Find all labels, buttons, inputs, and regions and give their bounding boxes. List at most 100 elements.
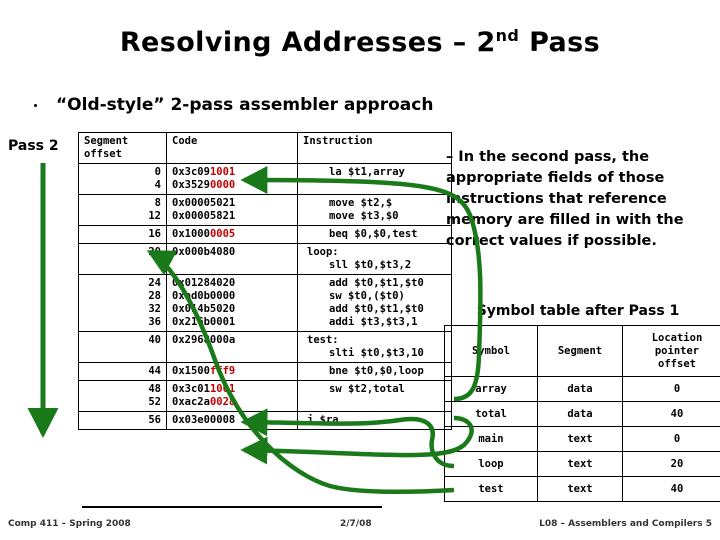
code-offset-cell: 24 28 32 36 bbox=[78, 274, 167, 332]
offset-value: 36 bbox=[148, 316, 161, 328]
offset-value: 48 bbox=[148, 383, 161, 395]
instruction-line: move $t3,$0 bbox=[329, 210, 399, 222]
offset-value: 28 bbox=[148, 290, 161, 302]
code-table-header-offset: Segment offset bbox=[78, 132, 167, 164]
symbol-segment: data bbox=[537, 376, 623, 402]
instruction-line: loop: bbox=[307, 246, 339, 258]
offset-value: 4 bbox=[154, 179, 161, 191]
offset-value: 52 bbox=[148, 396, 161, 408]
instruction-cell: sw $t2,total bbox=[297, 380, 452, 412]
code-hex-value: 0x00005021 bbox=[172, 197, 236, 209]
page-title: Resolving Addresses – 2nd Pass bbox=[0, 26, 720, 58]
symbol-segment: text bbox=[537, 451, 623, 477]
table-row: 16 0x10000005 beq $0,$0,test bbox=[78, 225, 452, 244]
code-offset-cell: 20 bbox=[78, 243, 167, 275]
symbol-offset: 20 bbox=[622, 451, 720, 477]
instruction-line: addi $t3,$t3,1 bbox=[329, 316, 418, 328]
symbol-offset: 0 bbox=[622, 426, 720, 452]
table-row: total data 40 bbox=[444, 401, 720, 427]
table-row: 20 0x000b4080 loop: sll $t0,$t3,2 bbox=[78, 243, 452, 275]
code-hex-cell: 0x2968000a bbox=[166, 331, 298, 363]
instruction-line: move $t2,$ bbox=[329, 197, 393, 209]
instruction-line: test: bbox=[307, 334, 339, 346]
offset-value: 20 bbox=[148, 246, 161, 258]
code-table-header-instruction: Instruction bbox=[297, 132, 452, 164]
code-hex-cell: 0x03e00008 bbox=[166, 411, 298, 430]
instruction-line: slti $t0,$t3,10 bbox=[329, 347, 424, 359]
offset-value: 0 bbox=[154, 166, 161, 178]
code-hex-resolved-field: 1001 bbox=[209, 166, 236, 178]
instruction-cell: test: slti $t0,$t3,10 bbox=[297, 331, 452, 363]
bullet-item: “Old-style” 2-pass assembler approach bbox=[34, 95, 656, 115]
code-hex-value: 0x2968000a bbox=[172, 334, 236, 346]
code-hex-cell: 0x01284020 0xad0b0000 0x014b5020 0x216b0001 bbox=[166, 274, 298, 332]
code-hex-cell: 0x00005021 0x00005821 bbox=[166, 194, 298, 226]
symbol-name: loop bbox=[444, 451, 538, 477]
code-table-header-code: Code bbox=[166, 132, 298, 164]
instruction-cell: move $t2,$ move $t3,$0 bbox=[297, 194, 452, 226]
code-hex-cell: 0x3c011001 0xac2a0028 bbox=[166, 380, 298, 412]
code-hex-value: 0x014b5020 bbox=[172, 303, 236, 315]
code-hex-resolved-field: fff9 bbox=[209, 365, 236, 377]
instruction-cell: la $t1,array bbox=[297, 163, 452, 195]
page-title-main: Resolving Addresses – 2 bbox=[119, 27, 496, 58]
footer-right: L08 – Assemblers and Compilers 5 bbox=[539, 519, 712, 529]
code-table-header-row: Segment offset Code Instruction bbox=[78, 132, 452, 164]
code-hex-value: 0x1500 bbox=[172, 365, 210, 377]
symbol-name: array bbox=[444, 376, 538, 402]
code-offset-cell: 16 bbox=[78, 225, 167, 244]
offset-value: 44 bbox=[148, 365, 161, 377]
table-row: 40 0x2968000a test: slti $t0,$t3,10 bbox=[78, 331, 452, 363]
table-row: array data 0 bbox=[444, 376, 720, 402]
slide-canvas: Resolving Addresses – 2nd Pass “Old-styl… bbox=[0, 0, 720, 540]
offset-value: 56 bbox=[148, 414, 161, 426]
code-offset-cell: 48 52 bbox=[78, 380, 167, 412]
code-hex-cell: 0x1500fff9 bbox=[166, 362, 298, 381]
instruction-line: sw $t2,total bbox=[329, 383, 405, 395]
explanation-text: – In the second pass, the appropriate fi… bbox=[446, 149, 684, 249]
table-row: 0 4 0x3c091001 0x35290000 la $t1,array bbox=[78, 163, 452, 195]
instruction-cell: j $ra bbox=[297, 411, 452, 430]
code-hex-cell: 0x3c091001 0x35290000 bbox=[166, 163, 298, 195]
instruction-line: add $t0,$t1,$t0 bbox=[329, 303, 424, 315]
symbol-segment: text bbox=[537, 426, 623, 452]
table-row: 48 52 0x3c011001 0xac2a0028 sw $t2,total bbox=[78, 380, 452, 412]
code-hex-value: 0x3c01 bbox=[172, 383, 210, 395]
instruction-line-empty bbox=[303, 179, 446, 192]
instruction-line: sll $t0,$t3,2 bbox=[329, 259, 412, 271]
code-hex-value: 0xad0b0000 bbox=[172, 290, 236, 302]
symbol-offset: 40 bbox=[622, 401, 720, 427]
footer-center: 2/7/08 bbox=[340, 519, 372, 529]
table-row: 56 0x03e00008 j $ra bbox=[78, 411, 452, 430]
table-row: test text 40 bbox=[444, 476, 720, 502]
code-offset-cell: 40 bbox=[78, 331, 167, 363]
page-title-superscript: nd bbox=[495, 26, 520, 45]
table-row: main text 0 bbox=[444, 426, 720, 452]
symbol-offset: 0 bbox=[622, 376, 720, 402]
bullet-text: “Old-style” 2-pass assembler approach bbox=[56, 95, 434, 115]
code-hex-value: 0x3c09 bbox=[172, 166, 210, 178]
instruction-line: bne $t0,$0,loop bbox=[329, 365, 424, 377]
code-table: Segment offset Code Instruction 0 4 0x3c091001… bbox=[78, 132, 452, 430]
code-offset-cell: 44 bbox=[78, 362, 167, 381]
page-title-tail: Pass bbox=[519, 27, 601, 58]
table-row: 8 12 0x00005021 0x00005821 move $t2,$ move $t… bbox=[78, 194, 452, 226]
offset-value: 24 bbox=[148, 277, 161, 289]
table-row: loop text 20 bbox=[444, 451, 720, 477]
symbol-offset: 40 bbox=[622, 476, 720, 502]
offset-value: 32 bbox=[148, 303, 161, 315]
symbol-segment: text bbox=[537, 476, 623, 502]
code-hex-resolved-field: 1001 bbox=[209, 383, 236, 395]
symbol-table: Symbol Segment Location pointer offset array d… bbox=[444, 325, 720, 502]
instruction-line: j $ra bbox=[307, 414, 339, 426]
code-hex-value: 0x00005821 bbox=[172, 210, 236, 222]
instruction-cell: beq $0,$0,test bbox=[297, 225, 452, 244]
footer-left: Comp 411 – Spring 2008 bbox=[8, 519, 131, 529]
code-hex-resolved-field: 0005 bbox=[209, 228, 236, 240]
code-hex-resolved-field: 0000 bbox=[209, 179, 236, 191]
instruction-line: sw $t0,($t0) bbox=[329, 290, 405, 302]
offset-value: 16 bbox=[148, 228, 161, 240]
code-hex-cell: 0x10000005 bbox=[166, 225, 298, 244]
code-hex-value: 0x03e00008 bbox=[172, 414, 236, 426]
table-row: 24 28 32 36 0x01284020 0xad0b0000 0x014b5020 0x… bbox=[78, 274, 452, 332]
